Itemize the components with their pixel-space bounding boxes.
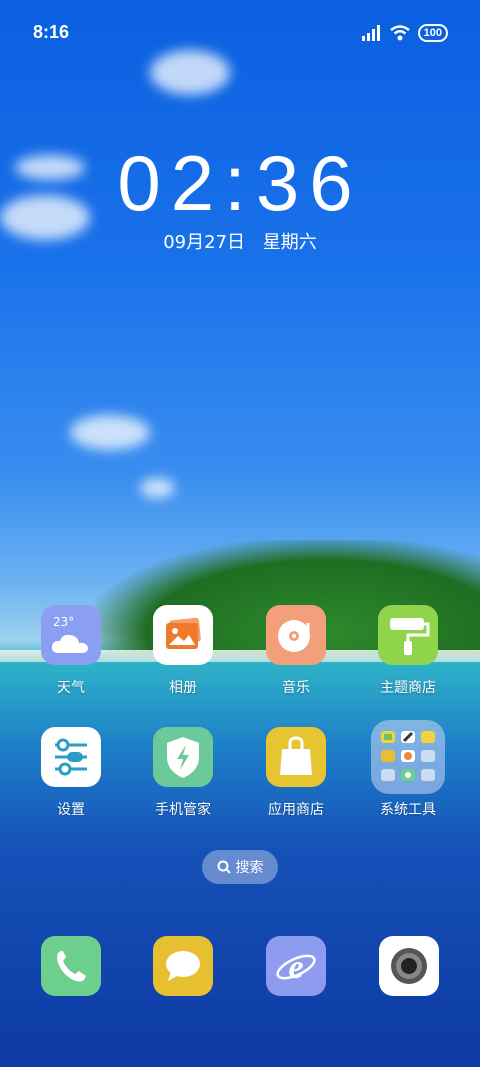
dock-browser[interactable]: e <box>266 936 326 996</box>
clock-date[interactable]: 09月27日 星期六 <box>0 228 480 254</box>
gallery-icon <box>153 605 213 665</box>
app-label: 设置 <box>57 802 85 818</box>
weather-icon: 23° <box>41 605 101 665</box>
app-theme-store[interactable]: 主题商店 <box>358 605 458 697</box>
camera-icon <box>391 948 427 984</box>
browser-icon: e <box>276 949 316 986</box>
app-label: 音乐 <box>282 680 310 696</box>
status-time: 8:16 <box>33 22 70 42</box>
date-text: 09月27日 <box>163 232 246 253</box>
app-label: 相册 <box>169 680 197 696</box>
folder-system-tools[interactable]: 系统工具 <box>358 720 458 819</box>
app-settings[interactable]: 设置 <box>21 727 121 819</box>
app-app-store[interactable]: 应用商店 <box>246 727 346 819</box>
weather-temp: 23° <box>53 615 75 629</box>
app-label: 系统工具 <box>380 802 436 818</box>
settings-icon <box>41 727 101 787</box>
dock-phone[interactable] <box>41 936 101 996</box>
dock-messages[interactable] <box>153 936 213 996</box>
cloud-icon <box>51 634 88 653</box>
dock-camera[interactable] <box>379 936 439 996</box>
battery-indicator: 100 <box>417 24 448 42</box>
app-phone-manager[interactable]: 手机管家 <box>133 727 233 819</box>
app-music[interactable]: 音乐 <box>246 605 346 697</box>
svg-text:e: e <box>288 949 303 986</box>
search-button[interactable]: 搜索 <box>202 850 278 884</box>
app-weather[interactable]: 23° 天气 <box>21 605 121 697</box>
search-label: 搜索 <box>235 860 264 876</box>
app-label: 天气 <box>57 680 85 696</box>
paint-roller-icon <box>378 605 438 665</box>
clock-time[interactable]: 02:36 <box>0 138 480 229</box>
app-gallery[interactable]: 相册 <box>133 605 233 697</box>
message-bubble-icon <box>166 951 200 981</box>
app-label: 手机管家 <box>155 802 211 818</box>
status-icons: 100 <box>361 24 448 42</box>
phone-icon <box>57 951 86 982</box>
search-icon <box>217 860 231 874</box>
weekday-text: 星期六 <box>262 232 317 253</box>
shield-icon <box>153 727 213 787</box>
wallpaper-cloud <box>140 478 175 498</box>
app-label: 应用商店 <box>268 802 324 818</box>
wallpaper-cloud <box>70 415 150 450</box>
status-bar: 8:16 100 <box>0 0 480 66</box>
shopping-bag-icon <box>266 727 326 787</box>
app-label: 主题商店 <box>380 680 436 696</box>
signal-icon <box>361 25 380 41</box>
folder-icon <box>371 720 445 794</box>
music-icon <box>266 605 326 665</box>
wifi-icon <box>389 25 410 41</box>
